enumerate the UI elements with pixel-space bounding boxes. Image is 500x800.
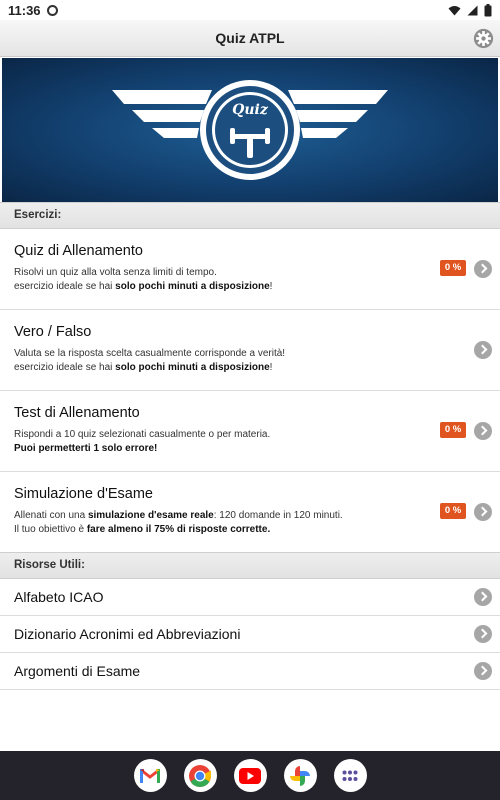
exercise-row-vero-falso[interactable]: Vero / Falso Valuta se la risposta scelt… <box>0 310 500 391</box>
chevron-right-icon[interactable] <box>474 588 492 606</box>
banner-logo-text: Quiz <box>232 102 268 118</box>
exercise-title: Simulazione d'Esame <box>14 486 153 502</box>
desc-line1: Rispondi a 10 quiz selezionati casualmen… <box>14 429 271 440</box>
progress-badge: 0 % <box>440 260 466 276</box>
exercise-row-test-allenamento[interactable]: Test di Allenamento Rispondi a 10 quiz s… <box>0 391 500 472</box>
exercise-description: Allenati con una simulazione d'esame rea… <box>14 509 424 536</box>
desc-line2-end: ! <box>269 361 273 373</box>
quiz-wings-logo <box>112 80 388 180</box>
app-drawer-icon[interactable] <box>333 759 367 792</box>
exercise-description: Risolvi un quiz alla volta senza limiti … <box>14 266 424 293</box>
resource-row-alfabeto-icao[interactable]: Alfabeto ICAO <box>0 579 500 616</box>
exercise-row-simulazione-esame[interactable]: Simulazione d'Esame Allenati con una sim… <box>0 472 500 553</box>
resource-row-dizionario[interactable]: Dizionario Acronimi ed Abbreviazioni <box>0 616 500 653</box>
desc-line2-bold: solo pochi minuti a disposizione <box>115 361 270 373</box>
desc-line1: Risolvi un quiz alla volta senza limiti … <box>14 267 217 278</box>
system-settings-icon <box>46 4 58 16</box>
desc-line2-bold: fare almeno il 75% di risposte corrette. <box>86 523 271 535</box>
taskbar <box>0 751 500 800</box>
desc-line1-end: : 120 domande in 120 minuti. <box>213 510 343 521</box>
chevron-right-icon[interactable] <box>474 662 492 680</box>
battery-icon <box>484 3 492 16</box>
progress-badge: 0 % <box>440 422 466 438</box>
section-header-exercises: Esercizi: <box>0 202 500 229</box>
quiz-banner: Quiz <box>2 58 498 202</box>
chevron-right-icon[interactable] <box>474 503 492 521</box>
resource-title: Alfabeto ICAO <box>14 589 104 605</box>
desc-line1: Allenati con una <box>14 510 88 521</box>
resource-title: Dizionario Acronimi ed Abbreviazioni <box>14 626 241 642</box>
exercise-title: Quiz di Allenamento <box>14 243 143 259</box>
status-icons <box>448 3 492 17</box>
resource-title: Argomenti di Esame <box>14 663 141 679</box>
youtube-icon[interactable] <box>233 759 267 792</box>
progress-badge: 0 % <box>440 503 466 519</box>
signal-icon <box>467 5 478 15</box>
photos-icon[interactable] <box>283 759 317 792</box>
desc-line1-bold: simulazione d'esame reale <box>87 510 214 521</box>
desc-line2-end: ! <box>269 280 273 292</box>
desc-line2-bold: solo pochi minuti a disposizione <box>115 280 270 292</box>
resource-row-argomenti-esame[interactable]: Argomenti di Esame <box>0 653 500 690</box>
chevron-right-icon[interactable] <box>474 422 492 440</box>
desc-line1: Valuta se la risposta scelta casualmente… <box>14 348 286 359</box>
exercise-description: Rispondi a 10 quiz selezionati casualmen… <box>14 428 424 455</box>
app-bar: Quiz ATPL <box>0 20 500 57</box>
wifi-icon <box>448 5 461 15</box>
exercise-title: Test di Allenamento <box>14 405 140 421</box>
app-title: Quiz ATPL <box>215 30 285 46</box>
exercise-description: Valuta se la risposta scelta casualmente… <box>14 347 424 374</box>
desc-line2: esercizio ideale se hai <box>14 280 116 292</box>
section-header-resources: Risorse Utili: <box>0 552 500 579</box>
status-bar: 11:36 <box>0 0 500 20</box>
chevron-right-icon[interactable] <box>474 341 492 359</box>
desc-line2: Il tuo obiettivo è <box>14 523 87 535</box>
exercise-row-quiz-allenamento[interactable]: Quiz di Allenamento Risolvi un quiz alla… <box>0 229 500 310</box>
settings-gear-icon[interactable] <box>473 28 494 49</box>
desc-line2: esercizio ideale se hai <box>14 361 116 373</box>
gmail-icon[interactable] <box>133 759 167 792</box>
chevron-right-icon[interactable] <box>474 625 492 643</box>
exercise-title: Vero / Falso <box>14 324 92 340</box>
status-time: 11:36 <box>8 2 41 18</box>
chevron-right-icon[interactable] <box>474 260 492 278</box>
chrome-icon[interactable] <box>183 759 217 792</box>
desc-line2-bold: Puoi permetterti 1 solo errore! <box>14 442 158 454</box>
